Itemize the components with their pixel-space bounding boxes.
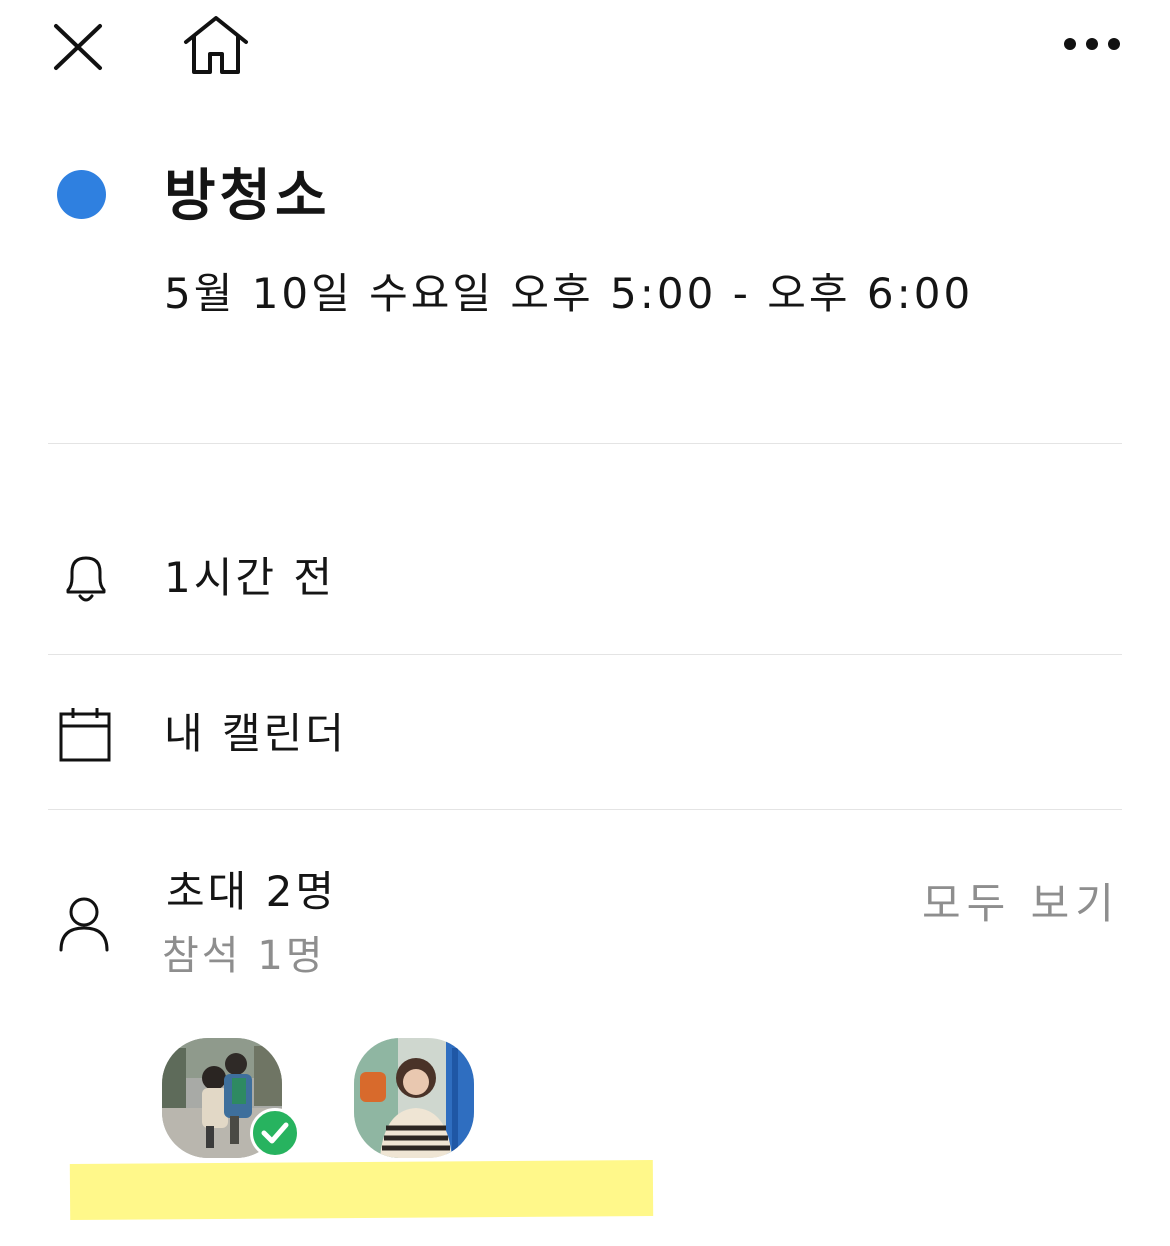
event-datetime: 5월 10일 수요일 오후 5:00 - 오후 6:00	[164, 269, 974, 318]
accepted-check-badge	[250, 1108, 300, 1158]
more-options-button[interactable]	[1058, 26, 1128, 62]
woman-photo	[354, 1038, 474, 1158]
person-icon	[59, 897, 109, 952]
more-horizontal-icon	[1064, 38, 1120, 50]
reminder-label: 1시간 전	[164, 553, 335, 602]
see-all-button[interactable]: 모두 보기	[922, 876, 1120, 932]
divider	[48, 443, 1122, 444]
check-icon	[261, 1122, 289, 1144]
home-button[interactable]	[176, 12, 256, 80]
event-title: 방청소	[164, 164, 331, 229]
reminder-row[interactable]: 1시간 전	[48, 530, 1122, 630]
invited-count: 초대 2명	[166, 867, 337, 916]
highlight-marker	[69, 1159, 654, 1221]
close-icon	[54, 24, 102, 70]
divider	[48, 809, 1122, 810]
calendar-label: 내 캘린더	[164, 709, 347, 758]
divider	[48, 654, 1122, 655]
attendee-avatar[interactable]	[354, 1038, 474, 1158]
calendar-row[interactable]: 내 캘린더	[48, 684, 1122, 784]
bell-icon	[66, 556, 106, 602]
close-button[interactable]	[44, 16, 112, 80]
event-color-dot	[57, 170, 106, 219]
home-icon	[184, 16, 248, 74]
accepted-count: 참석 1명	[162, 933, 326, 979]
calendar-icon	[59, 708, 111, 762]
